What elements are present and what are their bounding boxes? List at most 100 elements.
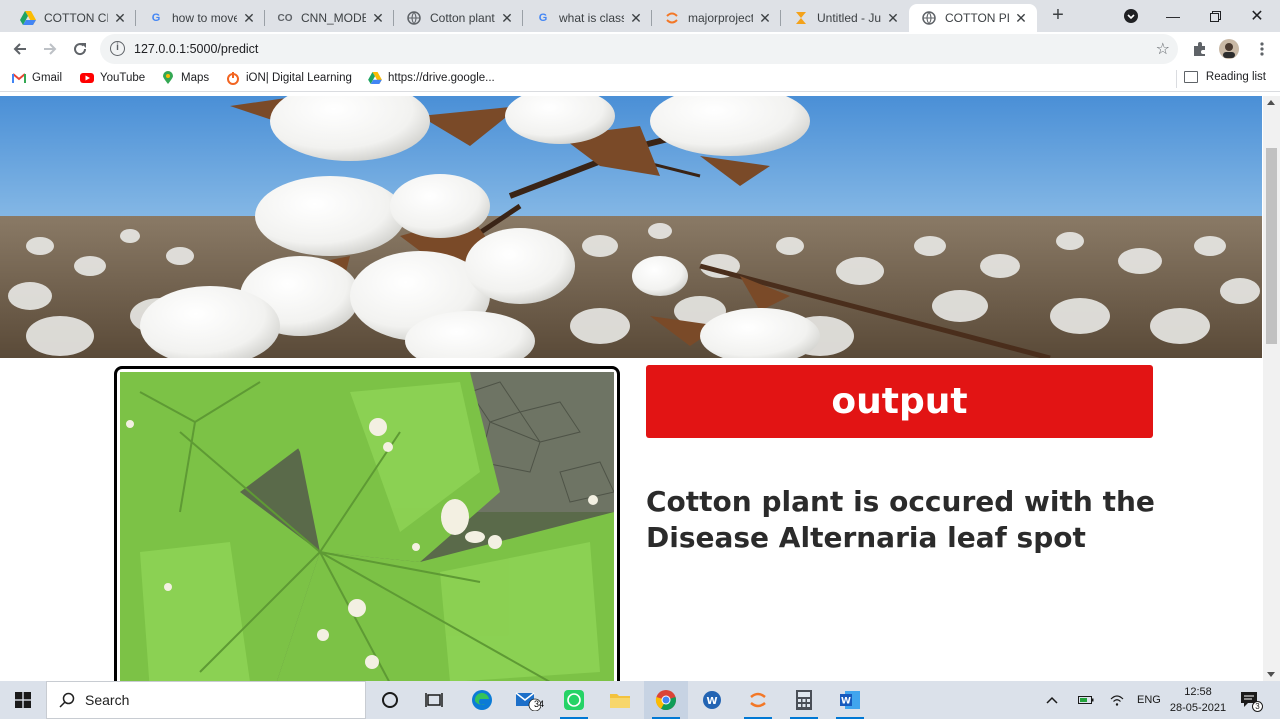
- bookmark-youtube[interactable]: YouTube: [80, 71, 145, 85]
- avatar: [1219, 39, 1239, 59]
- extensions-button[interactable]: [1188, 37, 1212, 61]
- close-tab-icon[interactable]: ✕: [370, 10, 386, 26]
- close-tab-icon[interactable]: ✕: [499, 10, 515, 26]
- tab-strip: COTTON CRO ✕ G how to move ✕ CO CNN_MODE…: [0, 0, 1280, 32]
- tab-title: Untitled - Jup: [817, 11, 881, 25]
- clock-date: 28-05-2021: [1169, 702, 1227, 714]
- bookmark-ion[interactable]: iON| Digital Learning: [226, 71, 352, 85]
- tab-majorproject[interactable]: majorproject/ ✕: [652, 4, 781, 32]
- start-button[interactable]: [0, 681, 46, 719]
- word-taskbar-icon[interactable]: W: [828, 681, 872, 719]
- svg-text:W: W: [841, 697, 851, 707]
- scrollbar-thumb[interactable]: [1266, 148, 1277, 344]
- page-viewport: output Cotton plant is occured with the …: [0, 96, 1262, 681]
- chevron-down-icon: [1124, 9, 1138, 23]
- reload-button[interactable]: [68, 37, 92, 61]
- bookmark-label: Maps: [181, 72, 210, 84]
- battery-icon[interactable]: [1078, 681, 1094, 719]
- maps-icon: [161, 71, 175, 85]
- notification-center-button[interactable]: 3: [1240, 681, 1263, 719]
- ion-icon: [226, 71, 240, 85]
- minimize-button[interactable]: —: [1152, 0, 1194, 32]
- close-tab-icon[interactable]: ✕: [885, 10, 901, 26]
- reload-icon: [74, 43, 87, 56]
- mail-badge: 34: [534, 699, 545, 709]
- globe-icon: [921, 10, 937, 26]
- taskbar-search-input[interactable]: Search: [46, 681, 366, 719]
- reading-list-button[interactable]: Reading list: [1183, 71, 1266, 83]
- new-tab-button[interactable]: +: [1046, 4, 1070, 28]
- bookmarks-divider: [1176, 70, 1177, 88]
- youtube-icon: [80, 71, 94, 85]
- globe-icon: [406, 10, 422, 26]
- google-icon: G: [151, 12, 161, 24]
- bookmark-gmail[interactable]: Gmail: [12, 71, 62, 85]
- gmail-icon: [12, 71, 26, 85]
- chevron-up-icon: [1046, 696, 1058, 704]
- notification-count-badge: 3: [1252, 701, 1263, 712]
- tab-title: CNN_MODEL: [301, 11, 366, 25]
- address-bar[interactable]: i 127.0.0.1:5000/predict ☆: [100, 34, 1178, 64]
- more-vert-icon: [1260, 42, 1264, 56]
- puzzle-icon: [1194, 42, 1205, 56]
- tab-title: COTTON CRO: [44, 11, 108, 25]
- page-scrollbar[interactable]: [1263, 96, 1280, 681]
- google-drive-icon: [20, 10, 36, 26]
- tab-what-is-classif[interactable]: G what is classif ✕: [523, 4, 652, 32]
- tab-title: majorproject/: [688, 11, 753, 25]
- tab-how-to-move[interactable]: G how to move ✕: [136, 4, 265, 32]
- close-tab-icon[interactable]: ✕: [112, 10, 128, 26]
- back-button[interactable]: [8, 37, 32, 61]
- task-view-button[interactable]: [412, 681, 456, 719]
- tab-untitled-jupyter[interactable]: Untitled - Jup ✕: [781, 4, 909, 32]
- close-tab-icon[interactable]: ✕: [628, 10, 644, 26]
- wifi-icon[interactable]: [1110, 681, 1124, 719]
- language-indicator[interactable]: ENG: [1137, 681, 1161, 719]
- windows-taskbar: Search 34 W W ENG 12:58 28-05-2021 3: [0, 681, 1280, 719]
- mail-taskbar-icon[interactable]: 34: [506, 681, 550, 719]
- arrow-left-icon: [13, 43, 26, 55]
- star-icon[interactable]: ☆: [1156, 39, 1170, 59]
- show-hidden-icons-button[interactable]: [1046, 681, 1058, 719]
- clock[interactable]: 12:58 28-05-2021: [1166, 684, 1230, 716]
- tab-title: how to move: [172, 11, 237, 25]
- bookmarks-bar: Gmail YouTube Maps iON| Digital Learning…: [0, 66, 1280, 92]
- forward-button[interactable]: [38, 37, 62, 61]
- menu-button[interactable]: [1250, 37, 1274, 61]
- output-button[interactable]: output: [646, 365, 1153, 438]
- close-tab-icon[interactable]: ✕: [757, 10, 773, 26]
- edge-taskbar-icon[interactable]: [460, 681, 504, 719]
- scroll-down-arrow-icon[interactable]: [1267, 672, 1275, 677]
- tab-cotton-crop[interactable]: COTTON CRO ✕: [8, 4, 136, 32]
- close-tab-icon[interactable]: ✕: [1013, 10, 1029, 26]
- tab-cnn-model[interactable]: CO CNN_MODEL ✕: [265, 4, 394, 32]
- address-url[interactable]: 127.0.0.1:5000/predict: [134, 42, 258, 56]
- scroll-up-arrow-icon[interactable]: [1267, 100, 1275, 105]
- calculator-taskbar-icon[interactable]: [782, 681, 826, 719]
- google-icon: G: [538, 12, 548, 24]
- app-taskbar-icon[interactable]: W: [690, 681, 734, 719]
- bookmark-drive[interactable]: https://drive.google...: [368, 71, 495, 85]
- file-explorer-taskbar-icon[interactable]: [598, 681, 642, 719]
- chrome-taskbar-icon[interactable]: [644, 681, 688, 719]
- google-drive-icon: [368, 71, 382, 85]
- svg-text:W: W: [706, 696, 717, 707]
- profile-avatar[interactable]: [1217, 37, 1241, 61]
- close-tab-icon[interactable]: ✕: [241, 10, 257, 26]
- tab-cotton-plant[interactable]: Cotton plant ✕: [394, 4, 523, 32]
- reading-list-label: Reading list: [1205, 71, 1266, 83]
- bookmark-label: https://drive.google...: [388, 72, 495, 84]
- restore-icon: [1209, 10, 1221, 22]
- hourglass-icon: [793, 10, 809, 26]
- arrow-right-icon: [44, 43, 57, 55]
- tab-search-button[interactable]: [1110, 0, 1152, 32]
- whatsapp-taskbar-icon[interactable]: [552, 681, 596, 719]
- bookmark-maps[interactable]: Maps: [161, 71, 209, 85]
- tab-cotton-plant-active[interactable]: COTTON PLA ✕: [909, 4, 1037, 32]
- close-window-button[interactable]: ✕: [1236, 0, 1278, 32]
- cortana-button[interactable]: [368, 681, 412, 719]
- info-icon[interactable]: i: [110, 41, 125, 56]
- jupyter-taskbar-icon[interactable]: [736, 681, 780, 719]
- restore-button[interactable]: [1194, 0, 1236, 32]
- uploaded-leaf-image: [114, 366, 620, 681]
